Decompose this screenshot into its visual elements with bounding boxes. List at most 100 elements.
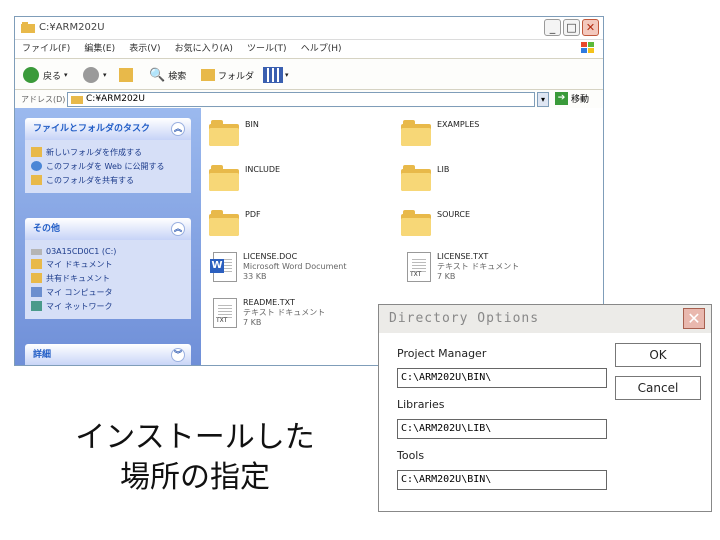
folders-label: フォルダ <box>218 71 255 82</box>
place-label: マイ ドキュメント <box>46 260 113 269</box>
tools-input[interactable]: C:\ARM202U\BIN\ <box>397 470 607 490</box>
file-name: PDF <box>245 210 261 219</box>
ok-button[interactable]: OK <box>615 343 701 367</box>
address-input[interactable]: C:¥ARM202U <box>67 92 535 107</box>
go-button[interactable]: ➔ 移動 <box>555 92 589 105</box>
up-folder-icon <box>119 68 133 82</box>
back-button[interactable]: 戻る ▾ <box>23 66 68 84</box>
libraries-label: Libraries <box>397 398 445 411</box>
search-label: 検索 <box>168 71 187 82</box>
cancel-button[interactable]: Cancel <box>615 376 701 400</box>
details-panel: 詳細 ︾ <box>25 344 191 365</box>
place-label: 共有ドキュメント <box>46 274 110 283</box>
dialog-title: Directory Options <box>389 311 540 326</box>
dialog-titlebar[interactable]: Directory Options ✕ <box>379 305 711 333</box>
folder-item-lib[interactable]: LIB <box>401 165 449 191</box>
menu-view[interactable]: 表示(V) <box>129 40 160 58</box>
file-name: README.TXT <box>243 298 295 307</box>
file-name: BIN <box>245 120 259 129</box>
maximize-button[interactable]: □ <box>563 19 580 36</box>
forward-arrow-icon <box>83 67 99 83</box>
menu-help[interactable]: ヘルプ(H) <box>301 40 342 58</box>
menu-tools[interactable]: ツール(T) <box>247 40 287 58</box>
dialog-close-button[interactable]: ✕ <box>683 308 705 329</box>
folder-item-source[interactable]: SOURCE <box>401 210 470 236</box>
folder-item-bin[interactable]: BIN <box>209 120 259 146</box>
computer-icon <box>31 287 42 297</box>
place-my-network[interactable]: マイ ネットワーク <box>31 301 185 312</box>
text-document-icon: TXT <box>407 252 431 282</box>
file-name: INCLUDE <box>245 165 281 174</box>
task-label: このフォルダを共有する <box>46 176 134 185</box>
expand-chevron-icon[interactable]: ︾ <box>171 348 185 362</box>
directory-options-dialog: Directory Options ✕ Project Manager C:\A… <box>378 304 712 512</box>
folder-icon <box>209 165 239 191</box>
other-places-header[interactable]: その他 ︽ <box>25 218 191 240</box>
caption-line-1: インストールした <box>75 420 315 455</box>
window-title: C:¥ARM202U <box>39 22 105 33</box>
file-size: 33 KB <box>243 272 267 281</box>
menu-file[interactable]: ファイル(F) <box>22 40 70 58</box>
go-label: 移動 <box>571 95 590 105</box>
search-icon: 🔍 <box>149 67 166 83</box>
caption-line-2: 場所の指定 <box>120 460 270 495</box>
network-icon <box>31 301 42 311</box>
details-header[interactable]: 詳細 ︾ <box>25 344 191 365</box>
address-value: C:¥ARM202U <box>86 94 145 104</box>
address-dropdown-icon[interactable]: ▾ <box>537 92 549 107</box>
file-size: 7 KB <box>243 318 262 327</box>
place-shared-documents[interactable]: 共有ドキュメント <box>31 273 185 284</box>
menu-favorites[interactable]: お気に入り(A) <box>175 40 233 58</box>
forward-button[interactable]: ▾ <box>83 66 107 84</box>
shared-folder-icon <box>31 273 42 283</box>
back-arrow-icon <box>23 67 39 83</box>
folder-item-examples[interactable]: EXAMPLES <box>401 120 479 146</box>
file-folder-tasks-panel: ファイルとフォルダのタスク ︽ 新しいフォルダを作成する このフォルダを Web… <box>25 118 191 193</box>
folder-icon <box>209 210 239 236</box>
task-publish-web[interactable]: このフォルダを Web に公開する <box>31 161 185 172</box>
place-my-documents[interactable]: マイ ドキュメント <box>31 259 185 270</box>
folder-icon <box>401 120 431 146</box>
folder-icon <box>21 22 35 33</box>
documents-folder-icon <box>31 259 42 269</box>
search-button[interactable]: 🔍 検索 <box>149 66 186 84</box>
task-label: このフォルダを Web に公開する <box>46 162 165 171</box>
place-label: 03A15CD0C1 (C:) <box>46 247 117 256</box>
tools-label: Tools <box>397 449 425 462</box>
file-type: テキスト ドキュメント <box>437 262 520 271</box>
file-name: EXAMPLES <box>437 120 480 129</box>
panel-title: 詳細 <box>33 350 52 360</box>
views-icon <box>263 67 283 83</box>
collapse-chevron-icon[interactable]: ︽ <box>171 222 185 236</box>
collapse-chevron-icon[interactable]: ︽ <box>171 122 185 136</box>
place-my-computer[interactable]: マイ コンピュータ <box>31 287 185 298</box>
project-manager-input[interactable]: C:\ARM202U\BIN\ <box>397 368 607 388</box>
file-item-license-txt[interactable]: TXT LICENSE.TXT テキスト ドキュメント 7 KB <box>407 252 519 282</box>
minimize-button[interactable]: _ <box>544 19 561 36</box>
place-drive-c[interactable]: 03A15CD0C1 (C:) <box>31 247 185 256</box>
file-type: テキスト ドキュメント <box>243 308 326 317</box>
file-item-license-doc[interactable]: W LICENSE.DOC Microsoft Word Document 33… <box>210 252 347 282</box>
views-button[interactable]: ▾ <box>263 66 289 84</box>
menu-edit[interactable]: 編集(E) <box>84 40 115 58</box>
task-new-folder[interactable]: 新しいフォルダを作成する <box>31 147 185 158</box>
task-share-folder[interactable]: このフォルダを共有する <box>31 175 185 186</box>
folder-item-include[interactable]: INCLUDE <box>209 165 280 191</box>
file-item-readme-txt[interactable]: TXT README.TXT テキスト ドキュメント 7 KB <box>213 298 325 328</box>
file-size: 7 KB <box>437 272 456 281</box>
explorer-titlebar[interactable]: C:¥ARM202U _ □ ✕ <box>15 17 603 40</box>
folder-icon <box>71 96 83 104</box>
folder-icon <box>401 210 431 236</box>
folder-item-pdf[interactable]: PDF <box>209 210 261 236</box>
other-places-panel: その他 ︽ 03A15CD0C1 (C:) マイ ドキュメント 共有ドキュメント <box>25 218 191 319</box>
back-dropdown-icon: ▾ <box>64 71 68 79</box>
file-type: Microsoft Word Document <box>243 262 347 271</box>
folders-button[interactable]: フォルダ <box>201 66 254 84</box>
word-document-icon: W <box>210 252 237 282</box>
up-folder-button[interactable] <box>119 66 133 84</box>
file-folder-tasks-header[interactable]: ファイルとフォルダのタスク ︽ <box>25 118 191 140</box>
close-button[interactable]: ✕ <box>582 19 599 36</box>
task-pane: ファイルとフォルダのタスク ︽ 新しいフォルダを作成する このフォルダを Web… <box>15 108 201 365</box>
libraries-input[interactable]: C:\ARM202U\LIB\ <box>397 419 607 439</box>
menu-bar: ファイル(F) 編集(E) 表示(V) お気に入り(A) ツール(T) ヘルプ(… <box>15 40 603 59</box>
